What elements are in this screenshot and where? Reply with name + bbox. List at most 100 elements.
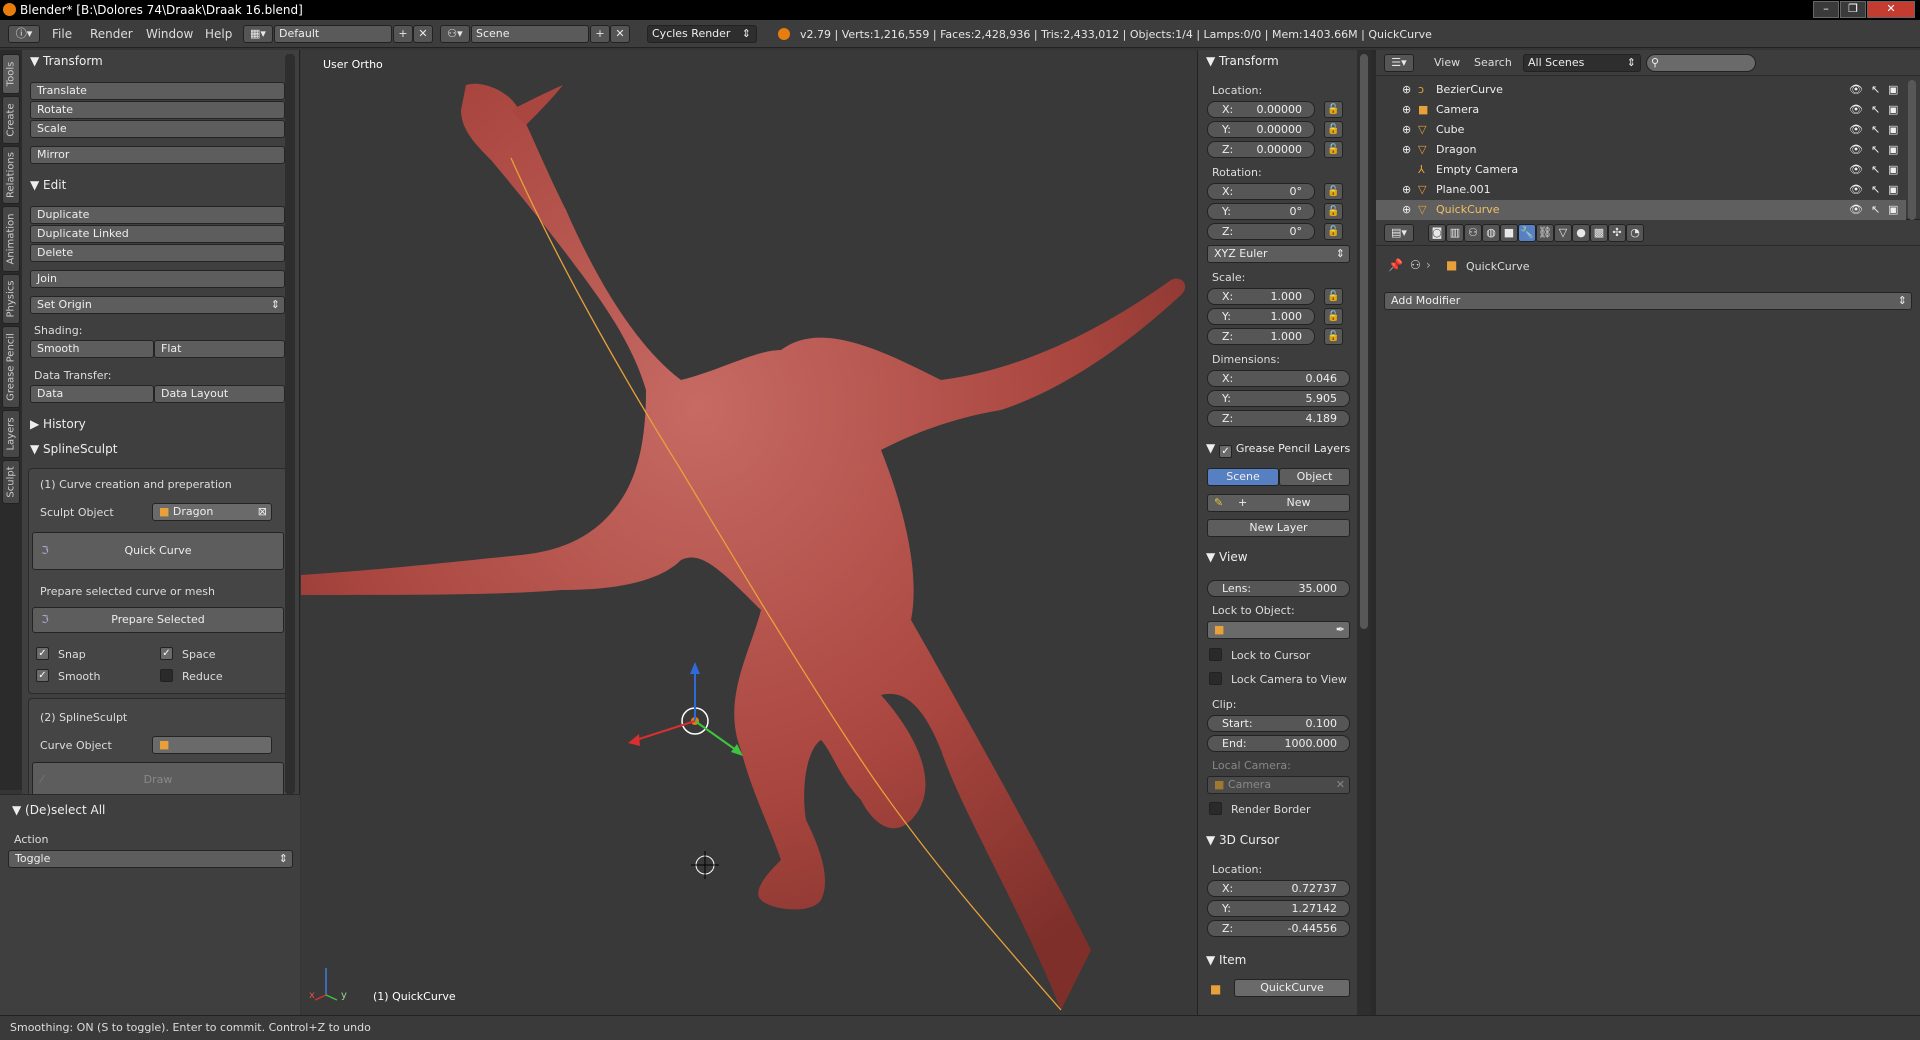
modifiers-tab-icon[interactable]: 🔧 xyxy=(1518,224,1536,242)
lock-camera-checkbox[interactable] xyxy=(1209,672,1222,685)
render-icon[interactable]: ▣ xyxy=(1888,140,1898,160)
prepare-selected-button[interactable]: ℑ Prepare Selected xyxy=(32,607,284,633)
add-screen-icon[interactable]: + xyxy=(393,25,413,43)
delete-scene-icon[interactable]: ✕ xyxy=(610,25,630,43)
cursor-select-icon[interactable]: ↖ xyxy=(1871,80,1880,100)
cursor-select-icon[interactable]: ↖ xyxy=(1871,120,1880,140)
lock-icon[interactable]: 🔓 xyxy=(1324,141,1343,158)
duplicate-button[interactable]: Duplicate xyxy=(30,206,285,224)
item-panel-header[interactable]: ▼ Item xyxy=(1206,953,1246,967)
eye-icon[interactable]: 👁 xyxy=(1849,120,1863,140)
location-x-field[interactable]: X: 0.00000 xyxy=(1207,101,1315,118)
expand-icon[interactable]: ⊕ xyxy=(1402,200,1411,220)
dimension-y-field[interactable]: Y: 5.905 xyxy=(1207,390,1350,407)
grease-scene-tab[interactable]: Scene xyxy=(1207,468,1279,486)
tab-grease-pencil[interactable]: Grease Pencil xyxy=(2,326,20,408)
particles-tab-icon[interactable]: ✣ xyxy=(1608,224,1626,242)
layers-tab-icon[interactable]: ▥ xyxy=(1446,224,1464,242)
expand-icon[interactable]: ⊕ xyxy=(1402,180,1411,200)
transform-panel-header[interactable]: ▼ Transform xyxy=(30,54,103,68)
dimension-z-field[interactable]: Z: 4.189 xyxy=(1207,410,1350,427)
flat-shading-button[interactable]: Flat xyxy=(154,340,285,358)
add-scene-icon[interactable]: + xyxy=(590,25,610,43)
grease-object-tab[interactable]: Object xyxy=(1279,468,1350,486)
outliner-item-camera[interactable]: ⊕ ■ Camera 👁 ↖ ▣ xyxy=(1376,100,1906,120)
menu-render[interactable]: Render xyxy=(90,27,133,41)
editor-type-outliner-icon[interactable]: ☰▾ xyxy=(1384,54,1414,72)
minimize-icon[interactable]: – xyxy=(1813,1,1839,18)
lock-icon[interactable]: 🔓 xyxy=(1324,223,1343,240)
grease-pencil-panel-header[interactable]: ▼ ✓ Grease Pencil Layers xyxy=(1206,441,1350,458)
texture-tab-icon[interactable]: ▩ xyxy=(1590,224,1608,242)
draw-button[interactable]: ⁄ Draw xyxy=(32,762,284,798)
data-layout-button[interactable]: Data Layout xyxy=(154,385,285,403)
physics-tab-icon[interactable]: ◔ xyxy=(1626,224,1644,242)
lock-icon[interactable]: 🔓 xyxy=(1324,183,1343,200)
clear-icon[interactable]: ✕ xyxy=(1336,777,1345,793)
outliner-item-quickcurve[interactable]: ⊕ ▽ QuickCurve 👁 ↖ ▣ xyxy=(1376,200,1906,220)
outliner-view-menu[interactable]: View xyxy=(1434,56,1460,69)
eye-icon[interactable]: 👁 xyxy=(1849,160,1863,180)
cursor-select-icon[interactable]: ↖ xyxy=(1871,100,1880,120)
render-icon[interactable]: ▣ xyxy=(1888,180,1898,200)
object-tab-icon[interactable]: ■ xyxy=(1500,224,1518,242)
cursor-x-field[interactable]: X: 0.72737 xyxy=(1207,880,1350,897)
outliner-search-menu[interactable]: Search xyxy=(1474,56,1512,69)
curve-object-field[interactable]: ■ xyxy=(152,736,272,754)
scene-icon[interactable]: ⚇▾ xyxy=(440,25,470,43)
expand-icon[interactable]: ⊕ xyxy=(1402,80,1411,100)
local-camera-field[interactable]: ■ Camera ✕ xyxy=(1207,776,1350,794)
tab-tools[interactable]: Tools xyxy=(2,54,20,94)
tab-sculpt[interactable]: Sculpt xyxy=(2,460,20,504)
clip-end-field[interactable]: End: 1000.000 xyxy=(1207,735,1350,752)
tab-physics[interactable]: Physics xyxy=(2,274,20,324)
expand-icon[interactable]: ⊕ xyxy=(1402,100,1411,120)
tab-animation[interactable]: Animation xyxy=(2,206,20,272)
scene-tab-icon[interactable]: ⚇ xyxy=(1464,224,1482,242)
space-checkbox[interactable]: ✓ xyxy=(160,647,173,660)
delete-button[interactable]: Delete xyxy=(30,244,285,262)
splinesculpt-panel-header[interactable]: ▼ SplineSculpt xyxy=(30,442,117,456)
outliner-item-beziercurve[interactable]: ⊕ ↄ BezierCurve 👁 ↖ ▣ xyxy=(1376,80,1906,100)
delete-screen-icon[interactable]: ✕ xyxy=(413,25,433,43)
rotation-x-field[interactable]: X: 0° xyxy=(1207,183,1315,200)
outliner-item-dragon[interactable]: ⊕ ▽ Dragon 👁 ↖ ▣ xyxy=(1376,140,1906,160)
add-modifier-select[interactable]: Add Modifier ⇕ xyxy=(1384,292,1912,310)
render-engine-select[interactable]: Cycles Render ⇕ xyxy=(647,25,757,43)
shelf-scrollbar[interactable] xyxy=(285,54,295,794)
render-border-checkbox[interactable] xyxy=(1209,802,1222,815)
rotate-button[interactable]: Rotate xyxy=(30,101,285,119)
join-button[interactable]: Join xyxy=(30,270,285,288)
render-icon[interactable]: ▣ xyxy=(1888,80,1898,100)
cursor-select-icon[interactable]: ↖ xyxy=(1871,140,1880,160)
set-origin-select[interactable]: Set Origin ⇕ xyxy=(30,296,285,314)
scale-x-field[interactable]: X: 1.000 xyxy=(1207,288,1315,305)
render-tab-icon[interactable]: ◙ xyxy=(1428,224,1446,242)
eye-icon[interactable]: 👁 xyxy=(1849,200,1863,220)
lock-icon[interactable]: 🔓 xyxy=(1324,203,1343,220)
outliner-item-cube[interactable]: ⊕ ▽ Cube 👁 ↖ ▣ xyxy=(1376,120,1906,140)
quick-curve-button[interactable]: ℑ Quick Curve xyxy=(32,532,284,570)
render-icon[interactable]: ▣ xyxy=(1888,200,1898,220)
smooth-checkbox[interactable]: ✓ xyxy=(36,669,49,682)
transform-panel-header[interactable]: ▼ Transform xyxy=(1206,54,1279,68)
screen-layout-icon[interactable]: ▦▾ xyxy=(243,25,273,43)
tab-create[interactable]: Create xyxy=(2,96,20,144)
grease-pencil-checkbox[interactable]: ✓ xyxy=(1219,445,1233,458)
3d-cursor-panel-header[interactable]: ▼ 3D Cursor xyxy=(1206,833,1279,847)
clear-icon[interactable]: ⊠ xyxy=(258,504,267,520)
material-tab-icon[interactable]: ● xyxy=(1572,224,1590,242)
cursor-select-icon[interactable]: ↖ xyxy=(1871,180,1880,200)
outliner-item-empty-camera[interactable]: ⅄ Empty Camera 👁 ↖ ▣ xyxy=(1376,160,1906,180)
expand-icon[interactable]: ⊕ xyxy=(1402,140,1411,160)
lock-icon[interactable]: 🔓 xyxy=(1324,328,1343,345)
menu-help[interactable]: Help xyxy=(205,27,232,41)
data-tab-icon[interactable]: ▽ xyxy=(1554,224,1572,242)
lens-field[interactable]: Lens: 35.000 xyxy=(1207,580,1350,597)
dimension-x-field[interactable]: X: 0.046 xyxy=(1207,370,1350,387)
lock-icon[interactable]: 🔓 xyxy=(1324,121,1343,138)
translate-button[interactable]: Translate xyxy=(30,82,285,100)
lock-icon[interactable]: 🔓 xyxy=(1324,308,1343,325)
smooth-shading-button[interactable]: Smooth xyxy=(30,340,154,358)
properties-region-scrollbar[interactable] xyxy=(1357,50,1371,1015)
